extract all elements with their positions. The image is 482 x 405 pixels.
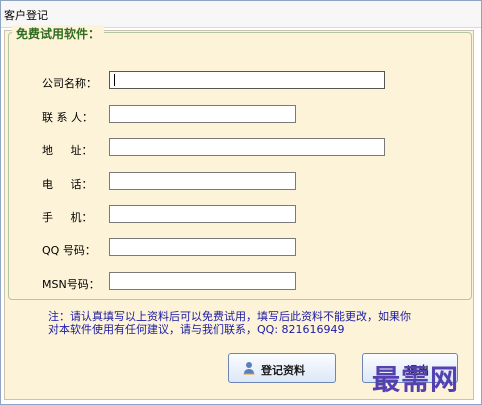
phone-input[interactable] — [109, 172, 296, 190]
company-name-label: 公司名称： — [42, 77, 97, 90]
msn-label: MSN号码： — [42, 278, 100, 291]
msn-input[interactable] — [109, 272, 296, 290]
user-icon — [243, 362, 255, 375]
company-name-input[interactable] — [109, 71, 385, 89]
phone-label: 电 话： — [42, 178, 93, 191]
contact-person-label: 联 系 人： — [42, 111, 93, 124]
notice-line-2: 对本软件使用有任何建议，请与我们联系，QQ: 821616949 — [48, 323, 345, 336]
qq-label: QQ 号码： — [42, 244, 96, 257]
title-bar: 客户登记 — [1, 1, 481, 28]
register-button[interactable]: 登记资料 — [228, 353, 336, 383]
text-caret — [114, 74, 115, 86]
mobile-input[interactable] — [109, 205, 296, 223]
notice-text: 注：请认真填写以上资料后可以免费试用，填写后此资料不能更改，如果你 对本软件使用… — [48, 310, 448, 336]
address-input[interactable] — [109, 138, 385, 156]
group-legend: 免费试用软件： — [12, 25, 105, 42]
mobile-label: 手 机： — [42, 211, 93, 224]
qq-input[interactable] — [109, 238, 296, 256]
contact-person-input[interactable] — [109, 105, 296, 123]
window-title: 客户登记 — [4, 9, 48, 22]
register-button-label: 登记资料 — [261, 364, 305, 377]
address-label: 地 址： — [42, 144, 93, 157]
watermark-logo: 最需网 — [372, 363, 460, 396]
notice-line-1: 注：请认真填写以上资料后可以免费试用，填写后此资料不能更改，如果你 — [48, 310, 411, 323]
